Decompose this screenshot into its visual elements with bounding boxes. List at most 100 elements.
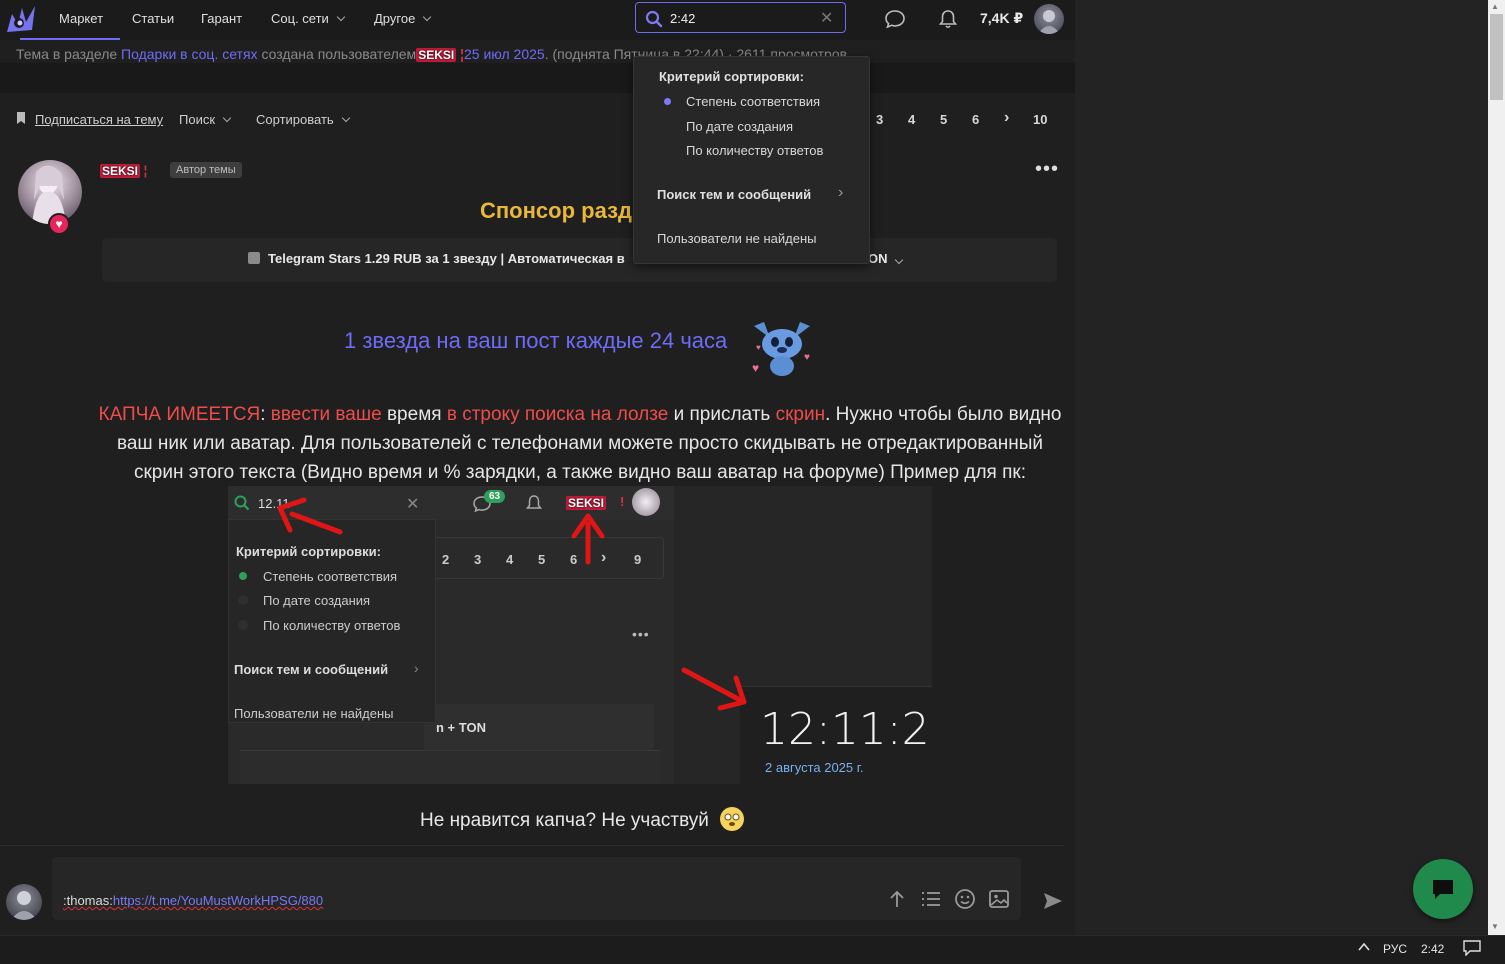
nav-item-articles[interactable]: Статьи: [132, 11, 174, 26]
reply-editor-content[interactable]: :thomas:https://t.me/YouMustWorkHPSG/880: [63, 893, 323, 908]
chevron-down-icon: [336, 12, 346, 21]
sort-dropdown: Критерий сортировки: Степень соответстви…: [633, 56, 870, 264]
sort-option-date[interactable]: По дате создания: [686, 119, 793, 134]
nav-item-market[interactable]: Маркет: [59, 11, 103, 26]
chevron-down-icon: [222, 113, 232, 122]
thread-section-link[interactable]: Подарки в соц. сетях: [121, 46, 258, 62]
scroll-down-arrow-icon[interactable]: ▼: [1491, 922, 1499, 931]
notification-center-icon[interactable]: [1463, 940, 1481, 959]
scroll-up-arrow-icon[interactable]: ▲: [1491, 2, 1499, 11]
os-taskbar: [0, 935, 1505, 964]
image-icon[interactable]: [988, 888, 1010, 913]
chevron-right-icon: ›: [838, 184, 844, 201]
para-part: время: [381, 404, 447, 425]
search-thread-button[interactable]: Поиск: [179, 112, 232, 127]
sponsor-tail: ON: [868, 251, 888, 266]
bookmark-icon: [16, 112, 26, 127]
example-screenshot: 12.11 ✕ 63 SEKSI ! 2 3 4 5 6 › 9 ••• n +…: [228, 486, 932, 784]
reply-editor[interactable]: [52, 857, 1021, 920]
sort-dropdown-heading: Критерий сортировки:: [659, 69, 804, 84]
thread-author-badge[interactable]: SEKSI: [416, 48, 457, 62]
notifications-bell-icon[interactable]: [937, 8, 959, 33]
messages-icon[interactable]: [884, 8, 906, 33]
thread-header-band: [0, 63, 1075, 93]
svg-text:♥: ♥: [752, 361, 759, 375]
scrollbar-thumb[interactable]: [1490, 14, 1503, 100]
captcha-instructions: КАПЧА ИМЕЕТСЯ: ввести ваше время в строк…: [95, 400, 1065, 487]
sort-option-relevance[interactable]: Степень соответствия: [686, 94, 820, 109]
subscribe-button[interactable]: Подписаться на тему: [16, 112, 163, 127]
post-headline: 1 звезда на ваш пост каждые 24 часа: [344, 328, 728, 353]
para-part: скрин: [775, 404, 826, 425]
post-author-avatar[interactable]: [18, 160, 82, 224]
nav-item-label: Соц. сети: [271, 11, 329, 26]
chat-bubble-icon: [1433, 880, 1453, 899]
site-logo[interactable]: [4, 2, 38, 36]
para-part: КАПЧА ИМЕЕТСЯ: [98, 404, 261, 425]
chat-button[interactable]: [1413, 859, 1473, 919]
dislike-note: Не нравится капча? Не участвуй: [420, 807, 745, 832]
arrow-up-icon[interactable]: [886, 888, 908, 913]
chevron-down-icon: [423, 12, 432, 21]
search-thread-label: Поиск: [179, 112, 216, 127]
next-page-button[interactable]: ›: [1004, 109, 1009, 127]
list-icon[interactable]: [920, 888, 942, 913]
nav-item-label: Другое: [374, 11, 416, 26]
thread-date-link[interactable]: 25 июл 2025: [464, 46, 545, 62]
svg-text:♥: ♥: [804, 352, 810, 363]
more-options-icon[interactable]: •••: [1035, 158, 1059, 181]
clear-search-icon[interactable]: ✕: [820, 8, 833, 28]
search-box[interactable]: ✕: [635, 2, 846, 33]
nav-item-label: Статьи: [132, 11, 175, 26]
nav-item-label: Гарант: [201, 11, 243, 26]
nav-item-label: Маркет: [59, 11, 104, 26]
sponsor-title: Спонсор разд: [480, 198, 632, 223]
user-avatar[interactable]: [1034, 4, 1064, 34]
page-scrollbar[interactable]: [1488, 0, 1505, 935]
chevron-down-icon: [894, 255, 903, 265]
stitch-sticker: ♥ ♥ ♥: [748, 316, 816, 381]
dislike-text: Не нравится капча? Не участвуй: [420, 810, 709, 831]
radio-selected[interactable]: [664, 98, 671, 105]
subscribe-label: Подписаться на тему: [35, 112, 164, 127]
info-icon: [248, 252, 260, 264]
tray-chevron-up-icon[interactable]: [1357, 940, 1371, 957]
nav-item-guarantor[interactable]: Гарант: [201, 11, 242, 26]
sponsor-text: Telegram Stars 1.29 RUB за 1 звезду | Ав…: [268, 251, 625, 266]
taskbar-clock[interactable]: 2:42: [1421, 942, 1444, 956]
page-link[interactable]: 4: [908, 112, 915, 127]
red-arrows-annotation: [277, 497, 747, 711]
para-part: :: [260, 404, 271, 425]
chevron-down-icon: [341, 113, 350, 122]
editor-emoji-code: :thomas:: [63, 893, 113, 908]
thread-created-by: создана пользователем: [261, 46, 417, 62]
search-threads-link[interactable]: Поиск тем и сообщений: [657, 187, 811, 202]
nav-item-social[interactable]: Соц. сети: [271, 11, 346, 26]
input-language[interactable]: РУС: [1383, 942, 1407, 956]
heart-icon: ♥: [48, 213, 70, 235]
author-flag-icon: ¦: [456, 46, 465, 62]
sort-label: Сортировать: [256, 112, 334, 127]
sort-option-replies[interactable]: По количеству ответов: [686, 143, 823, 158]
page-link[interactable]: 3: [876, 112, 883, 127]
post-author-badge: SEKSI: [100, 164, 141, 178]
emoji-icon[interactable]: [954, 888, 976, 913]
editor-link[interactable]: https://t.me/YouMustWorkHPSG/880: [113, 893, 323, 908]
post-author-name[interactable]: SEKSI ¦: [100, 163, 147, 178]
dizzy-face-emoji-icon: [720, 807, 745, 831]
sponsor-expand[interactable]: ON: [868, 251, 903, 266]
search-icon: [645, 10, 663, 31]
send-icon[interactable]: [1042, 890, 1064, 915]
search-input[interactable]: [670, 9, 820, 27]
page-link[interactable]: 5: [940, 112, 947, 127]
para-part: в строку поиска на лолзе: [446, 404, 669, 425]
author-flag-icon: ¦: [140, 163, 148, 178]
current-user-avatar: [6, 884, 42, 920]
balance-amount[interactable]: 7,4K ₽: [980, 10, 1023, 27]
para-part: ввести ваше: [270, 404, 382, 425]
sort-button[interactable]: Сортировать: [256, 112, 350, 127]
nav-item-other[interactable]: Другое: [374, 11, 432, 26]
page-link[interactable]: 6: [972, 112, 979, 127]
svg-text:♥: ♥: [756, 343, 761, 352]
page-link[interactable]: 10: [1033, 112, 1047, 127]
